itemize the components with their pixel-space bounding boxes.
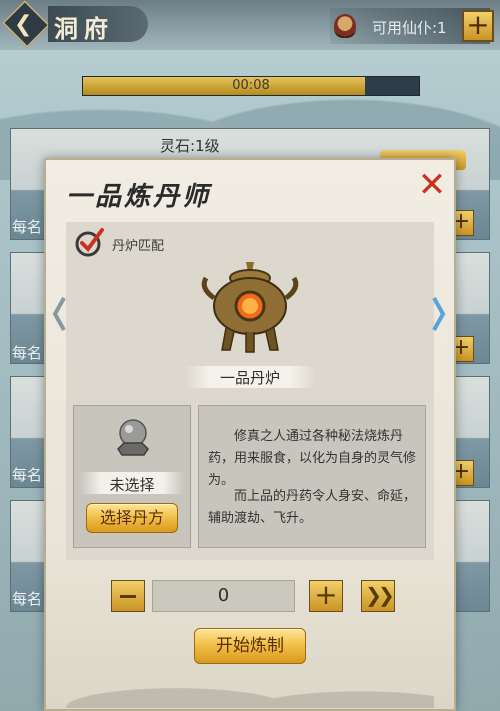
servant-icon: [334, 14, 356, 38]
close-icon[interactable]: ✕: [416, 168, 448, 202]
quantity-field[interactable]: 0: [152, 580, 295, 612]
card-row-label: 每名: [12, 590, 43, 608]
plus-button[interactable]: +: [309, 580, 343, 612]
dialog-title: 一品炼丹师: [66, 182, 212, 212]
slot-status: 未选择: [109, 476, 155, 494]
ink-decoration: [66, 662, 434, 708]
double-chevron-icon: ❯❯: [365, 583, 394, 607]
card-row-label: 每名: [12, 344, 43, 362]
minus-button[interactable]: [111, 580, 145, 612]
orb-icon: [117, 419, 149, 456]
description-paragraph-1: 修真之人通过各种秘法烧炼丹药，用来服食，以化为自身的灵气修为。: [208, 429, 417, 488]
chevron-left-icon[interactable]: [52, 296, 66, 332]
timer-bar: 00:08: [82, 76, 420, 96]
card-row-label: 每名: [12, 218, 43, 236]
choose-recipe-button[interactable]: 选择丹方: [86, 503, 178, 533]
minus-icon: [120, 595, 136, 598]
page-title: 洞府: [54, 14, 114, 43]
description-paragraph-2: 而上品的丹药令人身安、命延，辅助渡劫、飞升。: [208, 489, 417, 526]
card-level-label: 灵石:1级: [160, 137, 220, 155]
timer-text: 00:08: [232, 78, 270, 93]
back-arrow-icon[interactable]: ❮: [14, 12, 32, 37]
card-row-label: 每名: [12, 466, 43, 484]
add-servant-button[interactable]: +: [462, 10, 494, 42]
check-icon: [75, 228, 104, 257]
furnace-match-label: 丹炉匹配: [112, 239, 165, 254]
start-brewing-button[interactable]: 开始炼制: [194, 628, 306, 664]
furnace-name: 一品丹炉: [219, 369, 280, 387]
servants-available-label: 可用仙仆:1: [372, 19, 447, 37]
max-button[interactable]: ❯❯: [361, 580, 395, 612]
furnace-icon: [201, 262, 299, 353]
chevron-right-icon[interactable]: [432, 296, 446, 332]
